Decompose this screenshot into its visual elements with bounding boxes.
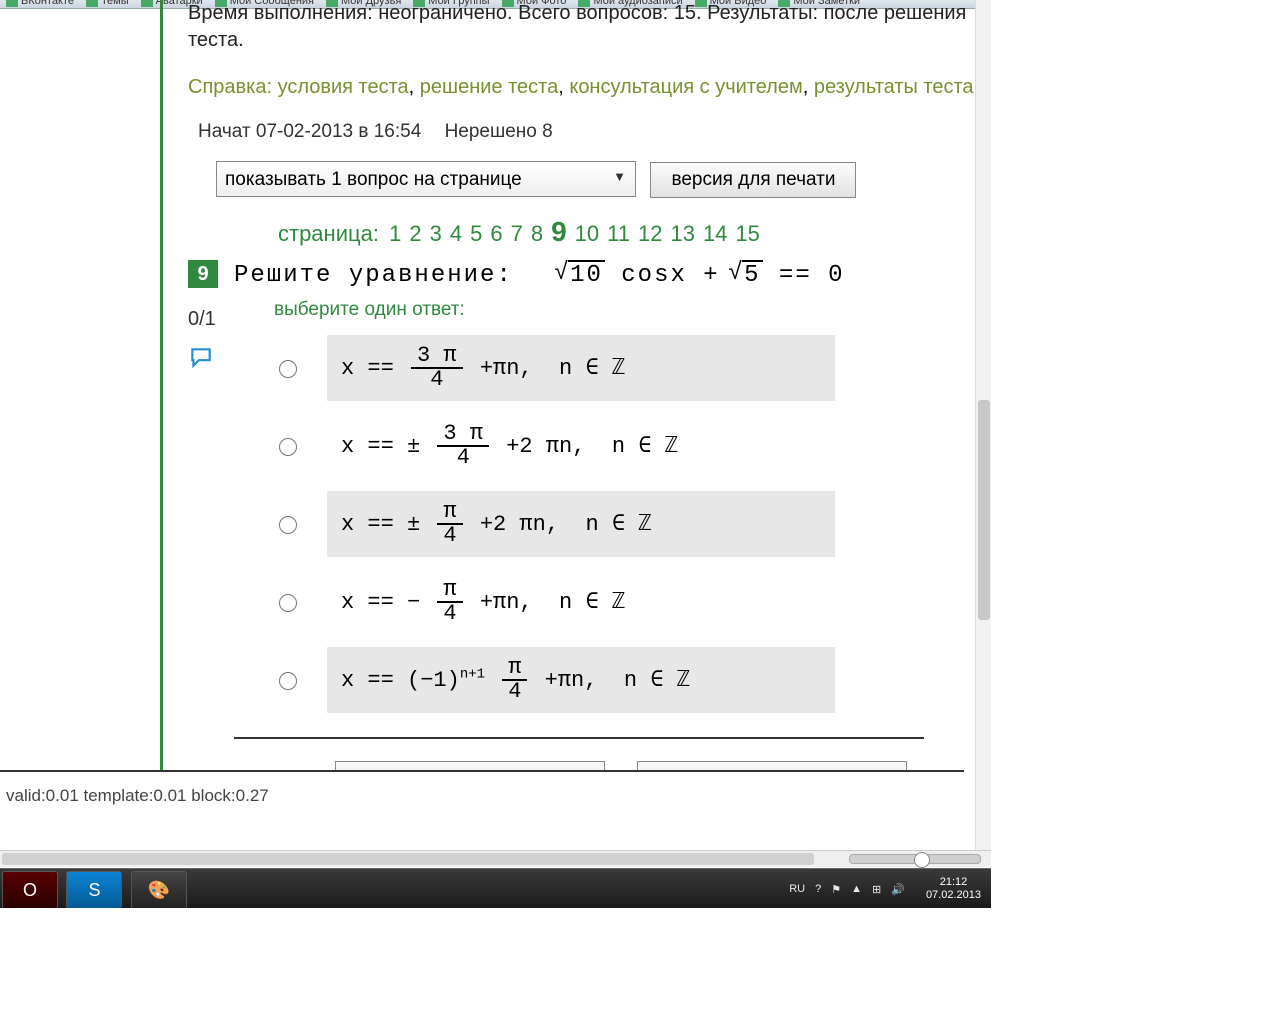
equation-tail: == 0 bbox=[779, 262, 845, 289]
taskbar-paint-icon[interactable]: 🎨 bbox=[131, 871, 187, 909]
bookmark-item[interactable]: Темы bbox=[86, 0, 129, 7]
help-link[interactable]: условия теста bbox=[278, 76, 409, 98]
answer-formula: x == 3 π4 +πn, n ∈ ℤ bbox=[327, 335, 835, 401]
debug-footer: valid:0.01 template:0.01 block:0.27 bbox=[0, 770, 964, 806]
tray-volume-icon[interactable]: 🔊 bbox=[891, 883, 905, 896]
comment-icon[interactable] bbox=[188, 345, 234, 376]
question-prompt-text: Решите уравнение: bbox=[234, 262, 513, 289]
help-link[interactable]: консультация с учителем bbox=[564, 76, 803, 98]
help-link[interactable]: решение теста bbox=[414, 76, 558, 98]
question-body: Решите уравнение: 10 cosx + 5 == 0 выбер… bbox=[234, 260, 1008, 795]
question-side: 9 0/1 bbox=[188, 260, 234, 795]
answer-option: x == ± π4 +2 πn, n ∈ ℤ bbox=[274, 485, 1008, 563]
answer-radio[interactable] bbox=[279, 672, 297, 690]
answer-option: x == 3 π4 +πn, n ∈ ℤ bbox=[274, 329, 1008, 407]
page-link-3[interactable]: 3 bbox=[430, 221, 442, 246]
taskbar-skype-icon[interactable]: S bbox=[66, 871, 122, 909]
question-divider bbox=[234, 737, 924, 739]
answer-formula: x == (−1)n+1 π4 +πn, n ∈ ℤ bbox=[327, 647, 835, 713]
system-tray: RU ? ⚑ ▲ ⊞ 🔊 21:12 07.02.2013 bbox=[784, 869, 989, 909]
answer-formula: x == − π4 +πn, n ∈ ℤ bbox=[327, 569, 835, 635]
page-link-13[interactable]: 13 bbox=[670, 221, 694, 246]
display-controls: показывать 1 вопрос на странице версия д… bbox=[188, 161, 1008, 198]
horizontal-scrollbar[interactable] bbox=[0, 850, 991, 867]
equation-middle: cosx + bbox=[621, 262, 719, 289]
page-link-9[interactable]: 9 bbox=[551, 216, 567, 247]
tray-date: 07.02.2013 bbox=[926, 889, 981, 902]
answer-radio[interactable] bbox=[279, 360, 297, 378]
tray-clock[interactable]: 21:12 07.02.2013 bbox=[918, 876, 989, 902]
page-link-8[interactable]: 8 bbox=[531, 221, 543, 246]
bookmark-item[interactable]: ВКонтакте bbox=[6, 0, 74, 7]
questions-per-page-select[interactable]: показывать 1 вопрос на странице bbox=[216, 161, 636, 197]
tray-help-icon[interactable]: ? bbox=[815, 883, 821, 895]
main-content: Время выполнения: неограничено. Всего во… bbox=[160, 0, 1008, 795]
question-number-badge: 9 bbox=[188, 260, 218, 288]
sqrt-10: 10 bbox=[568, 260, 605, 289]
page-link-2[interactable]: 2 bbox=[409, 221, 421, 246]
windows-taskbar: O S 🎨 RU ? ⚑ ▲ ⊞ 🔊 21:12 07.02.2013 bbox=[0, 868, 991, 909]
question-block: 9 0/1 Решите уравнение: 10 cosx + 5 == 0… bbox=[188, 260, 1008, 795]
tray-arrow-up-icon[interactable]: ▲ bbox=[851, 883, 862, 895]
answer-option: x == − π4 +πn, n ∈ ℤ bbox=[274, 563, 1008, 641]
hscroll-thumb[interactable] bbox=[2, 853, 814, 865]
choose-one-label: выберите один ответ: bbox=[274, 299, 1008, 321]
help-label: Справка: bbox=[188, 76, 272, 98]
question-text: Решите уравнение: 10 cosx + 5 == 0 bbox=[234, 260, 1008, 289]
started-at: Начат 07-02-2013 в 16:54 bbox=[198, 121, 421, 142]
zoom-slider[interactable] bbox=[849, 854, 981, 864]
page-link-4[interactable]: 4 bbox=[450, 221, 462, 246]
blank-area-right bbox=[991, 0, 1280, 1024]
answer-option: x == ± 3 π4 +2 πn, n ∈ ℤ bbox=[274, 407, 1008, 485]
page-link-15[interactable]: 15 bbox=[735, 221, 759, 246]
taskbar-opera-icon[interactable]: O bbox=[2, 871, 58, 909]
page-link-12[interactable]: 12 bbox=[638, 221, 662, 246]
tray-lang[interactable]: RU bbox=[789, 883, 805, 895]
test-conditions: Время выполнения: неограничено. Всего во… bbox=[188, 0, 1008, 54]
answer-formula: x == ± 3 π4 +2 πn, n ∈ ℤ bbox=[327, 413, 835, 479]
help-links: Справка: условия теста, решение теста, к… bbox=[188, 74, 1008, 101]
page-link-10[interactable]: 10 bbox=[575, 221, 599, 246]
pagination-label: страница: bbox=[278, 221, 379, 246]
page-link-6[interactable]: 6 bbox=[490, 221, 502, 246]
sqrt-5: 5 bbox=[742, 260, 762, 289]
help-link[interactable]: результаты теста bbox=[808, 76, 973, 98]
page-link-14[interactable]: 14 bbox=[703, 221, 727, 246]
answer-formula: x == ± π4 +2 πn, n ∈ ℤ bbox=[327, 491, 835, 557]
page-link-5[interactable]: 5 bbox=[470, 221, 482, 246]
tray-flag-icon[interactable]: ⚑ bbox=[831, 883, 841, 896]
print-version-button[interactable]: версия для печати bbox=[650, 162, 856, 198]
test-meta: Начат 07-02-2013 в 16:54 Нерешено 8 bbox=[188, 121, 1008, 143]
answer-radio[interactable] bbox=[279, 438, 297, 456]
page-link-11[interactable]: 11 bbox=[607, 221, 630, 246]
answer-radio[interactable] bbox=[279, 594, 297, 612]
page-link-7[interactable]: 7 bbox=[511, 221, 523, 246]
page-link-1[interactable]: 1 bbox=[389, 221, 401, 246]
pagination: страница: 123456789101112131415 bbox=[188, 216, 1008, 248]
answers-list: x == 3 π4 +πn, n ∈ ℤ x == ± 3 π4 +2 πn, n… bbox=[274, 329, 1008, 719]
answer-radio[interactable] bbox=[279, 516, 297, 534]
answer-option: x == (−1)n+1 π4 +πn, n ∈ ℤ bbox=[274, 641, 1008, 719]
unsolved-count: Нерешено 8 bbox=[445, 121, 553, 142]
tray-network-icon[interactable]: ⊞ bbox=[872, 883, 881, 896]
question-score: 0/1 bbox=[188, 308, 234, 331]
tray-time: 21:12 bbox=[926, 876, 981, 889]
